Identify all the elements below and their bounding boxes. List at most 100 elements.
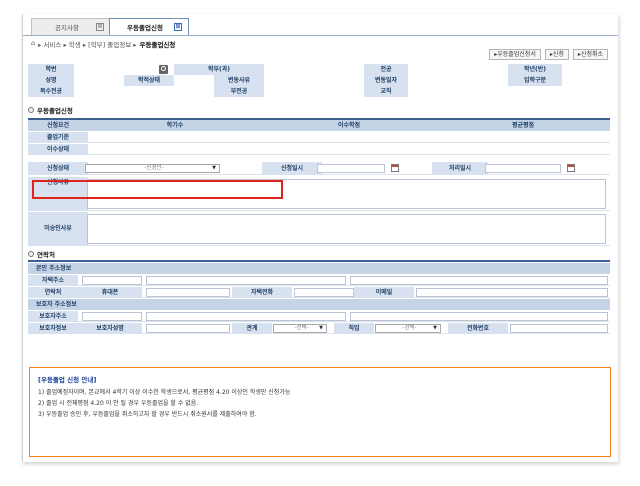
guardian-name-field[interactable] [146,324,230,333]
tab-bar: 공지사항 ⊠ 우등졸업신청 ⊠ [23,14,618,35]
tab-divider [23,35,618,36]
apply-date-field[interactable] [317,164,385,173]
apply-header-row: 신청요건 학기수 이수학점 평균평점 [28,120,610,131]
job-select-value: -선택- [402,325,417,331]
guardian-info-label: 보호자정보 [28,323,78,334]
major-label: 전공 [364,64,408,75]
entry-type-value [562,75,610,86]
tab-notice-label: 공지사항 [55,24,79,32]
guardian-address1-field[interactable] [146,312,346,321]
process-date-label: 처리일시 [432,162,488,175]
double-major-label: 복수전공 [28,86,74,97]
name-value [74,75,124,86]
cancel-application-button[interactable]: ▸신청취소 [572,49,608,60]
reject-reason-textarea[interactable] [87,214,606,244]
mobile-field[interactable] [146,288,230,297]
minor-value [264,86,364,97]
dropdown-arrow-icon: ▼ [433,325,437,331]
name-label: 성명 [28,75,74,86]
double-major-value [74,86,214,97]
change-reason-label: 변동사유 [214,75,264,86]
contact-section-label: 연락처 [37,251,55,259]
toolbar: ▸우등졸업신청서 ▸신청 ▸신청취소 [489,49,608,60]
student-row-1: 학번 학부(과) 전공 학년(반) [28,64,610,75]
email-field[interactable] [416,288,608,297]
process-date-field[interactable] [485,164,561,173]
minor-label: 부전공 [214,86,264,97]
graduation-criteria-label: 졸업기준 [28,132,88,143]
entry-type-label: 입학구분 [508,75,562,86]
semesters-header: 학기수 [88,120,262,131]
contact-section-title: 연락처 [28,249,55,259]
guardian-address2-field[interactable] [350,312,608,321]
tab-notice[interactable]: 공지사항 ⊠ [31,18,111,35]
change-reason-value [264,75,364,86]
status-label: 학적상태 [124,75,174,86]
graduation-criteria-row: 졸업기준 [28,132,610,143]
guardian-address-label: 보호자주소 [28,311,78,322]
guardian-phone-field[interactable] [510,324,608,333]
apply-date-label: 신청일시 [262,162,322,175]
notice-line-3: 3) 우등졸업 승인 후, 우등졸업을 취소하고자 할 경우 반드시 취소원서를… [38,411,257,418]
notice-line-1: 1) 졸업예정자이며, 본교에서 4학기 이상 이수한 학생으로서, 평균평점 … [38,389,291,396]
apply-button[interactable]: ▸신청 [544,49,569,60]
major-name-value [264,64,364,75]
home-address-row: 자택주소 [28,275,610,286]
zip-field[interactable] [82,276,142,285]
notice-box: [우등졸업 신청 안내] 1) 졸업예정자이며, 본교에서 4학기 이상 이수한… [29,367,611,457]
notice-title: [우등졸업 신청 안내] [38,376,97,384]
student-row-2: 성명 학적상태 변동사유 변동일자 입학구분 [28,75,610,86]
apply-status-select[interactable]: -신청안- ▼ [85,164,220,173]
completion-status-label: 이수상태 [28,144,88,155]
relation-select[interactable]: -선택- ▼ [273,324,327,333]
job-label: 직업 [334,323,374,334]
guardian-address-title: 보호자 주소정보 [28,299,610,310]
tab-honors-graduation[interactable]: 우등졸업신청 ⊠ [109,18,189,35]
gpa-header: 평균평점 [436,120,610,131]
student-row-3: 복수전공 부전공 교직 [28,86,610,97]
contact-label: 연락처 [28,287,78,298]
close-icon[interactable]: ⊠ [96,23,104,31]
self-address-title-row: 본인 주소정보 [28,263,610,274]
completion-status-row: 이수상태 [28,144,610,155]
dropdown-arrow-icon: ▼ [212,165,216,171]
relation-label: 관계 [232,323,272,334]
breadcrumb: ⌂ ▸ 서비스 ▸ 학생 ▸ [학부] 졸업정보 ▸ 우등졸업신청 [31,39,175,49]
home-phone-label: 자택전화 [232,287,292,298]
highlight-apply-status [32,180,283,199]
home-phone-field[interactable] [294,288,354,297]
guardian-zip-field[interactable] [82,312,142,321]
grade-value [562,64,610,75]
home-address-label: 자택주소 [28,275,78,286]
section-divider [28,260,610,262]
status-value [174,75,214,86]
reject-reason-label: 미승인사유 [28,212,88,246]
teaching-value [408,86,610,97]
section-bullet-icon [28,251,34,257]
mobile-label: 휴대폰 [78,287,142,298]
change-date-label: 변동일자 [364,75,408,86]
guardian-address-row: 보호자주소 [28,311,610,322]
guardian-name-label: 보호자성명 [78,323,142,334]
credits-header: 이수학점 [262,120,436,131]
address1-field[interactable] [146,276,346,285]
apply-section-title: 우등졸업신청 [28,105,73,115]
grade-label: 학년(반) [508,64,562,75]
apply-section-label: 우등졸업신청 [37,107,73,115]
calendar-icon[interactable] [391,164,399,172]
dropdown-arrow-icon: ▼ [319,325,323,331]
home-icon[interactable]: ⌂ [31,39,35,49]
search-icon[interactable] [159,65,168,74]
phone-label: 전화번호 [448,323,508,334]
address2-field[interactable] [350,276,608,285]
print-application-button[interactable]: ▸우등졸업신청서 [489,49,541,60]
main-window: 공지사항 ⊠ 우등졸업신청 ⊠ ⌂ ▸ 서비스 ▸ 학생 ▸ [학부] 졸업정보… [22,14,618,462]
apply-status-select-value: -신청안- [144,165,164,171]
breadcrumb-current: 우등졸업신청 [139,41,176,49]
breadcrumb-path: ▸ 서비스 ▸ 학생 ▸ [학부] 졸업정보 ▸ [38,41,137,49]
close-icon[interactable]: ⊠ [174,23,182,31]
major-value [408,64,508,75]
job-select[interactable]: -선택- ▼ [375,324,441,333]
calendar-icon[interactable] [567,164,575,172]
change-date-value [408,75,508,86]
